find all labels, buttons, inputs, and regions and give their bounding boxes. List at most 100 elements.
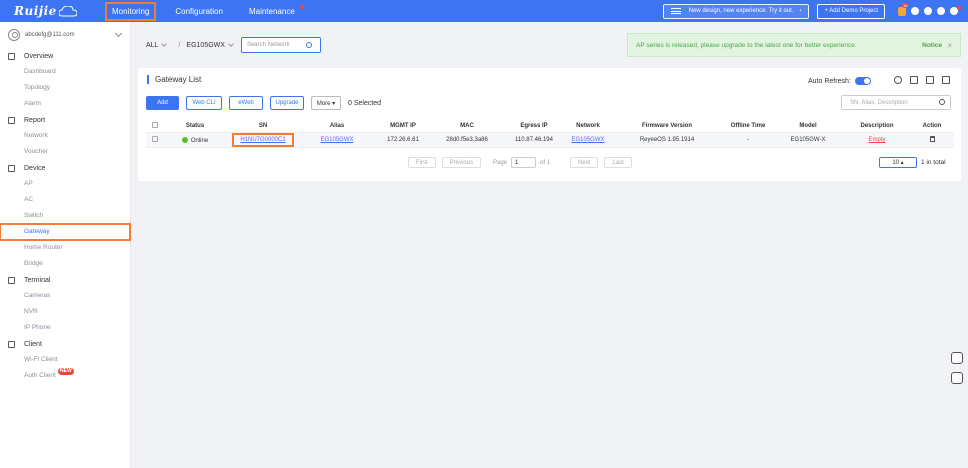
selected-count: 0 Selected (348, 99, 382, 107)
new-design-banner[interactable]: New design, new experience. Try it out. … (662, 3, 810, 19)
floating-tools (951, 352, 963, 392)
sidebar-item-gateway[interactable]: Gateway (0, 223, 131, 241)
notification-dot (299, 4, 304, 9)
mac-cell: 28d0.f5e3.3a86 (446, 137, 488, 143)
page-size-select[interactable]: 10 ▴ (879, 157, 917, 168)
col-mac[interactable]: MAC (432, 123, 502, 129)
col-sn[interactable]: SN (226, 123, 300, 129)
status-cell: Online (164, 136, 226, 144)
bell-icon[interactable]: 16 (898, 2, 909, 16)
globe-icon[interactable] (937, 7, 945, 15)
eweb-button[interactable]: eWeb (229, 96, 263, 110)
ruijie-logo[interactable]: Ruijie (0, 0, 85, 22)
select-all-checkbox[interactable] (152, 121, 158, 128)
offline-time-cell: - (747, 137, 749, 143)
alias-cell: EG105GWX (300, 137, 374, 143)
next-page-button[interactable]: Next (570, 157, 599, 168)
col-status[interactable]: Status (164, 123, 226, 129)
col-mgmt-ip[interactable]: MGMT IP (374, 123, 432, 129)
sidebar-item-topology[interactable]: Topology (0, 80, 130, 96)
nav-configuration[interactable]: Configuration (170, 4, 228, 19)
sidebar-item-home-router[interactable]: Home Router (0, 240, 130, 256)
sidebar-item-nvr[interactable]: NVR (0, 304, 130, 320)
add-button[interactable]: Add (146, 96, 179, 110)
search-icon[interactable] (305, 42, 312, 48)
firmware-cell: ReyeeOS 1.95.1914 (639, 137, 695, 143)
top-bar: Ruijie Monitoring Configuration Maintena… (0, 0, 968, 22)
nav-monitoring[interactable]: Monitoring (104, 1, 157, 21)
more-button[interactable]: More ▾ (311, 96, 341, 110)
table-row[interactable]: Online H1NU7G0000C1 EG105GWX 172.26.6.61… (146, 133, 954, 148)
first-page-button[interactable]: First (408, 157, 436, 168)
page-label: Page (493, 159, 508, 166)
notice-message: AP series is released, please upgrade to… (636, 41, 857, 49)
export-icon[interactable] (910, 76, 918, 84)
headset-icon[interactable] (951, 372, 963, 384)
sidebar-item-cameras[interactable]: Cameras (0, 288, 130, 304)
sidebar-section-overview[interactable]: Overview (0, 48, 130, 64)
help-icon[interactable] (924, 7, 932, 15)
sidebar-item-auth-client[interactable]: Auth Client NEW (0, 368, 130, 384)
chevron-down-icon (161, 41, 168, 47)
network-filter: ALL / EG105GWX Search Network (146, 37, 321, 53)
mgmt-ip-cell: 172.26.6.61 (387, 137, 419, 143)
add-demo-project-button[interactable]: + Add Demo Project (817, 3, 885, 19)
network-link[interactable]: EG105GWX (571, 137, 604, 143)
sn-link[interactable]: H1NU7G0000C1 (232, 133, 294, 147)
gear-icon[interactable] (911, 7, 919, 15)
sidebar-item-network[interactable]: Network (0, 128, 130, 144)
col-network[interactable]: Network (566, 123, 610, 129)
col-egress-ip[interactable]: Egress IP (502, 123, 566, 129)
upgrade-button[interactable]: Upgrade (270, 96, 304, 110)
close-icon[interactable]: × (947, 41, 952, 50)
table-search-input[interactable]: SN, Alias, Description (841, 95, 951, 110)
sidebar-item-ip-phone[interactable]: IP Phone (0, 320, 130, 336)
cloud-icon (58, 5, 77, 16)
alias-link[interactable]: EG105GWX (320, 137, 353, 143)
sidebar-section-report[interactable]: Report (0, 112, 130, 128)
auto-refresh: Auto Refresh: (808, 77, 871, 85)
client-icon (8, 340, 15, 348)
sidebar-item-wifi-client[interactable]: Wi-Fi Client (0, 352, 130, 368)
search-icon[interactable] (939, 99, 945, 105)
col-firmware[interactable]: Firmware Version (610, 123, 724, 129)
search-network-input[interactable]: Search Network (240, 37, 321, 53)
description-link[interactable]: Empty (868, 137, 885, 143)
trash-icon[interactable] (929, 136, 935, 142)
search-network-placeholder: Search Network (246, 42, 290, 48)
home-icon (8, 52, 15, 60)
nav-maintenance[interactable]: Maintenance (244, 4, 304, 19)
sidebar-item-bridge[interactable]: Bridge (0, 256, 130, 272)
notice-label[interactable]: Notice (922, 42, 942, 49)
col-alias[interactable]: Alias (300, 123, 374, 129)
sidebar-item-ap[interactable]: AP (0, 176, 130, 192)
sidebar-item-ac[interactable]: AC (0, 192, 130, 208)
last-page-button[interactable]: Last (604, 157, 632, 168)
scope-selector[interactable]: ALL (146, 42, 158, 49)
previous-page-button[interactable]: Previous (441, 157, 482, 168)
col-description[interactable]: Description (844, 123, 910, 129)
sidebar-item-switch[interactable]: Switch (0, 208, 130, 224)
egress-ip-cell: 110.87.46.194 (515, 137, 553, 143)
col-model[interactable]: Model (772, 123, 844, 129)
sidebar-item-dashboard[interactable]: Dashboard (0, 64, 130, 80)
sidebar-item-voucher[interactable]: Voucher (0, 144, 130, 160)
sidebar-section-terminal[interactable]: Terminal (0, 272, 130, 288)
network-selector[interactable]: EG105GWX (186, 42, 225, 49)
section-label: Report (24, 116, 46, 124)
sidebar-item-alarm[interactable]: Alarm (0, 96, 130, 112)
row-checkbox[interactable] (152, 136, 158, 142)
sidebar-section-client[interactable]: Client (0, 336, 130, 352)
refresh-icon[interactable] (894, 76, 902, 84)
col-offline-time[interactable]: Offline Time (724, 123, 772, 129)
chat-icon[interactable] (951, 352, 963, 364)
account-selector[interactable]: abcdefg@111.com (0, 22, 130, 48)
web-cli-button[interactable]: Web CLI (186, 96, 222, 110)
page-number-input[interactable]: 1 (511, 157, 537, 168)
col-action: Action (922, 122, 942, 129)
columns-icon[interactable] (926, 76, 934, 84)
fullscreen-icon[interactable] (942, 76, 950, 84)
user-icon[interactable] (950, 6, 961, 15)
auto-refresh-toggle[interactable] (854, 77, 871, 85)
sidebar-section-device[interactable]: Device (0, 160, 130, 176)
